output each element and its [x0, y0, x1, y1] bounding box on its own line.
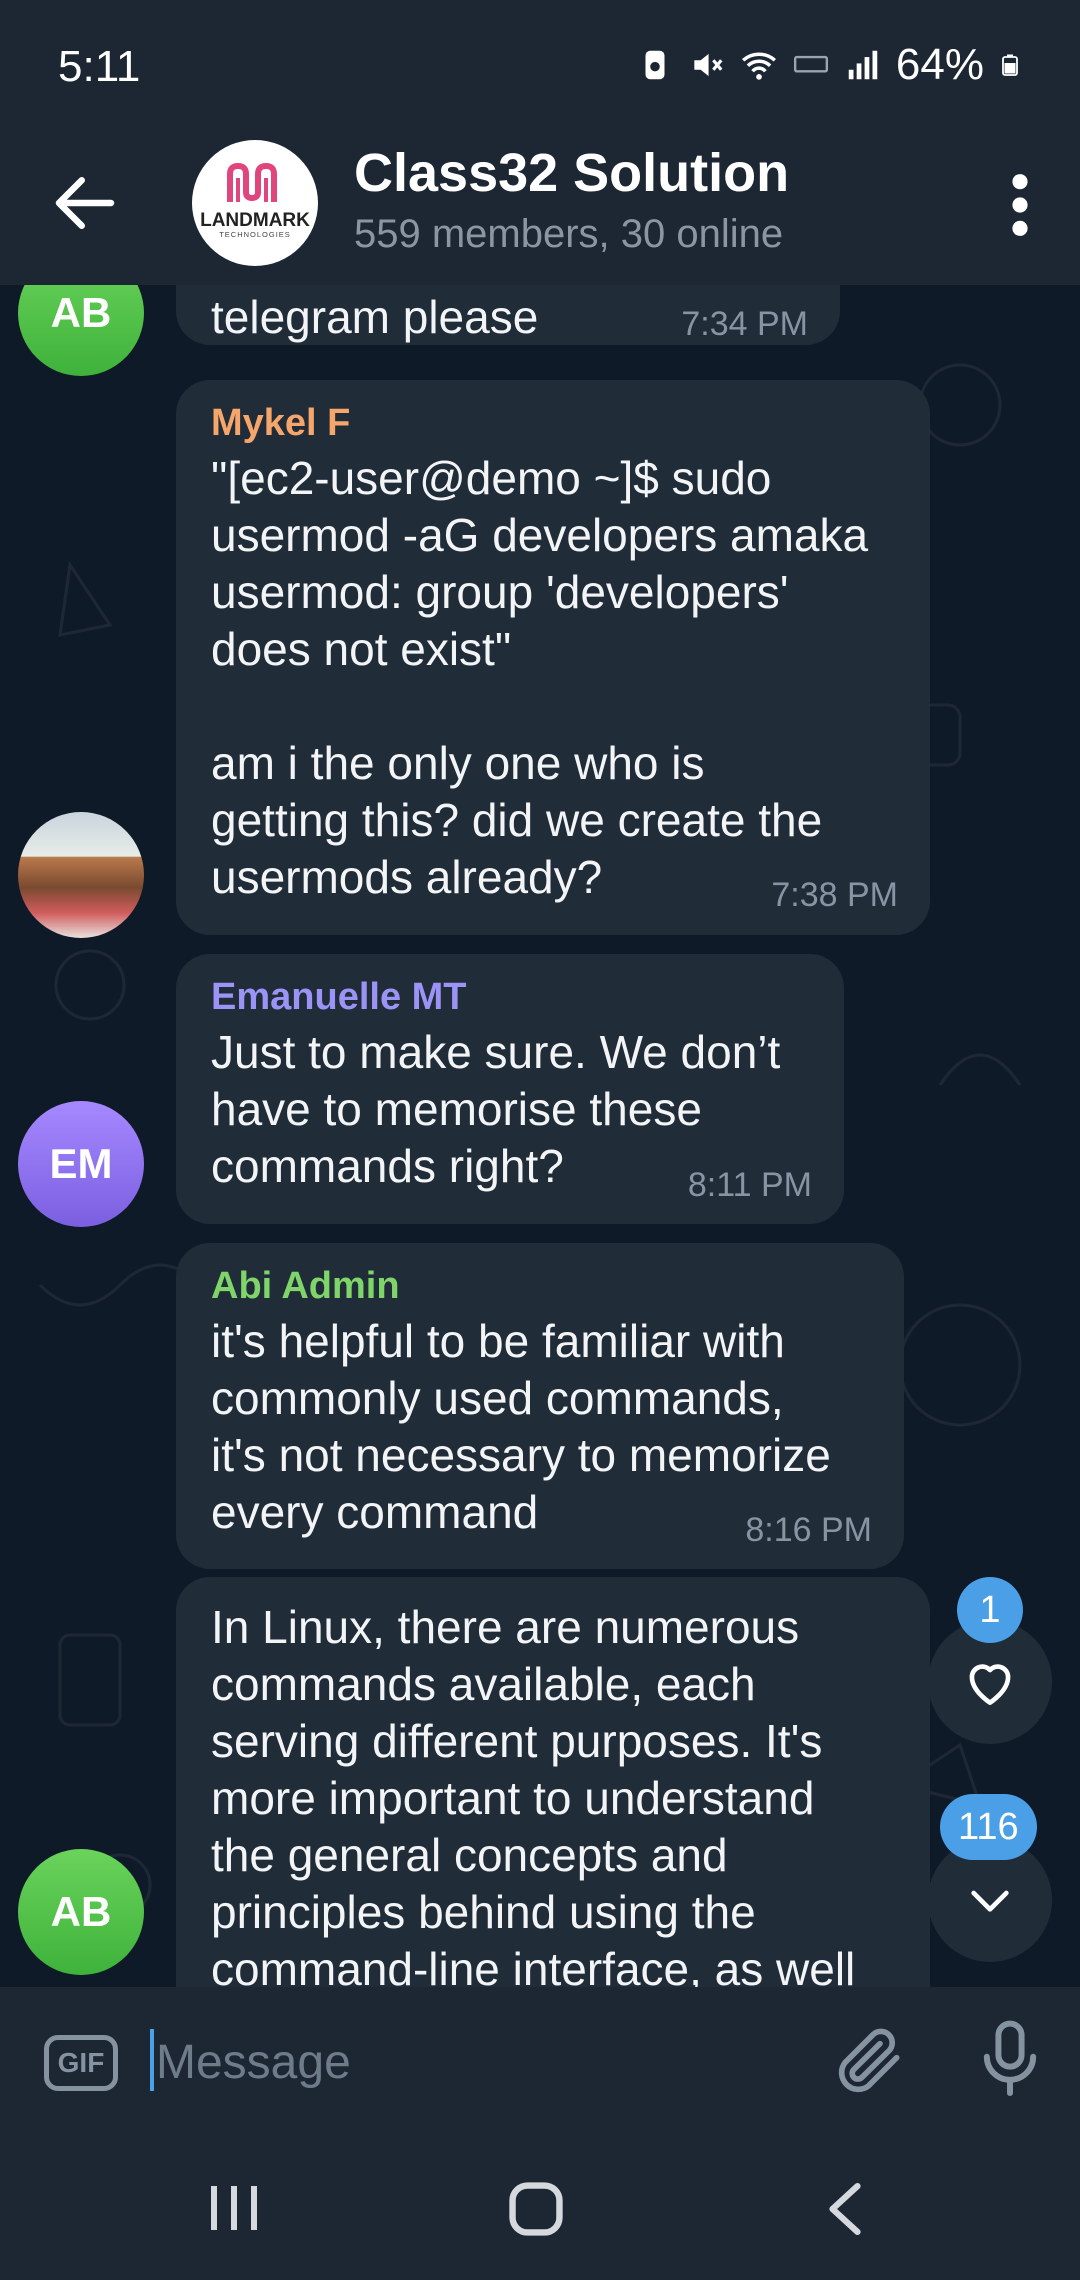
logo-subtext: TECHNOLOGIES [219, 230, 291, 239]
avatar[interactable]: EM [18, 1101, 144, 1227]
heart-icon [969, 1664, 1011, 1705]
group-avatar[interactable]: LANDMARK TECHNOLOGIES [192, 140, 318, 266]
message-sender[interactable]: Abi Admin [211, 1265, 400, 1308]
avatar-initials: AB [50, 1888, 112, 1935]
gif-button[interactable]: GIF [44, 2035, 118, 2091]
message-time: 7:38 PM [771, 876, 898, 914]
mute-icon [694, 53, 723, 77]
group-members: 559 members, 30 online [354, 212, 784, 256]
logo-text: LANDMARK [200, 210, 310, 231]
nav-back-icon[interactable] [820, 2177, 870, 2241]
unread-count-badge: 116 [940, 1794, 1037, 1860]
lte-icon [793, 55, 828, 73]
group-title[interactable]: Class32 Solution [354, 142, 789, 204]
message-bubble[interactable]: telegram please 7:34 PM [176, 285, 840, 345]
home-icon[interactable] [504, 2177, 568, 2241]
recents-icon[interactable] [204, 2177, 264, 2239]
status-bar: 5:11 64% [0, 0, 1080, 120]
message-sender[interactable]: Emanuelle MT [211, 976, 467, 1019]
paperclip-icon[interactable] [830, 2021, 910, 2101]
message-text: it's helpful to be familiar with commonl… [211, 1315, 831, 1538]
composer: GIF [0, 1987, 1080, 2135]
avatar-initials: AB [50, 289, 112, 336]
message-bubble[interactable]: Mykel F "[ec2-user@demo ~]$ sudo usermod… [176, 380, 930, 935]
message-sender[interactable]: Mykel F [211, 402, 350, 445]
battery-percent: 64% [895, 40, 984, 89]
microphone-icon[interactable] [970, 2017, 1050, 2103]
landmark-logo: LANDMARK TECHNOLOGIES [200, 162, 310, 239]
avatar-photo[interactable] [18, 812, 144, 938]
status-time: 5:11 [58, 42, 141, 91]
message-time: 8:11 PM [687, 1166, 812, 1204]
reactions-badge: 1 [957, 1577, 1023, 1643]
signal-icon [848, 50, 878, 80]
status-icons: 64% [636, 40, 1022, 90]
message-list[interactable]: AB telegram please 7:34 PM Mykel F "[ec2… [0, 285, 1080, 1987]
battery-icon [1002, 54, 1018, 76]
message-time: 7:34 PM [681, 305, 808, 343]
chevron-down-icon [971, 1890, 1009, 1912]
chat-header: LANDMARK TECHNOLOGIES Class32 Solution 5… [0, 120, 1080, 285]
message-bubble[interactable]: In Linux, there are numerous commands av… [176, 1577, 930, 1987]
message-text: telegram please [211, 291, 539, 343]
battery-saver-icon [645, 50, 665, 80]
message-bubble[interactable]: Abi Admin it's helpful to be familiar wi… [176, 1243, 904, 1569]
avatar[interactable]: AB [18, 1849, 144, 1975]
message-time: 8:16 PM [745, 1511, 872, 1549]
avatar-initials: EM [49, 1140, 113, 1187]
message-bubble[interactable]: Emanuelle MT Just to make sure. We don’t… [176, 954, 844, 1224]
message-text: In Linux, there are numerous commands av… [211, 1601, 856, 1987]
message-text: "[ec2-user@demo ~]$ sudo usermod -aG dev… [211, 452, 869, 903]
wifi-icon [741, 52, 776, 80]
message-input[interactable] [154, 2017, 798, 2107]
system-nav-bar [0, 2135, 1080, 2280]
back-arrow-icon[interactable] [46, 164, 124, 242]
more-menu-icon[interactable] [1000, 170, 1040, 240]
